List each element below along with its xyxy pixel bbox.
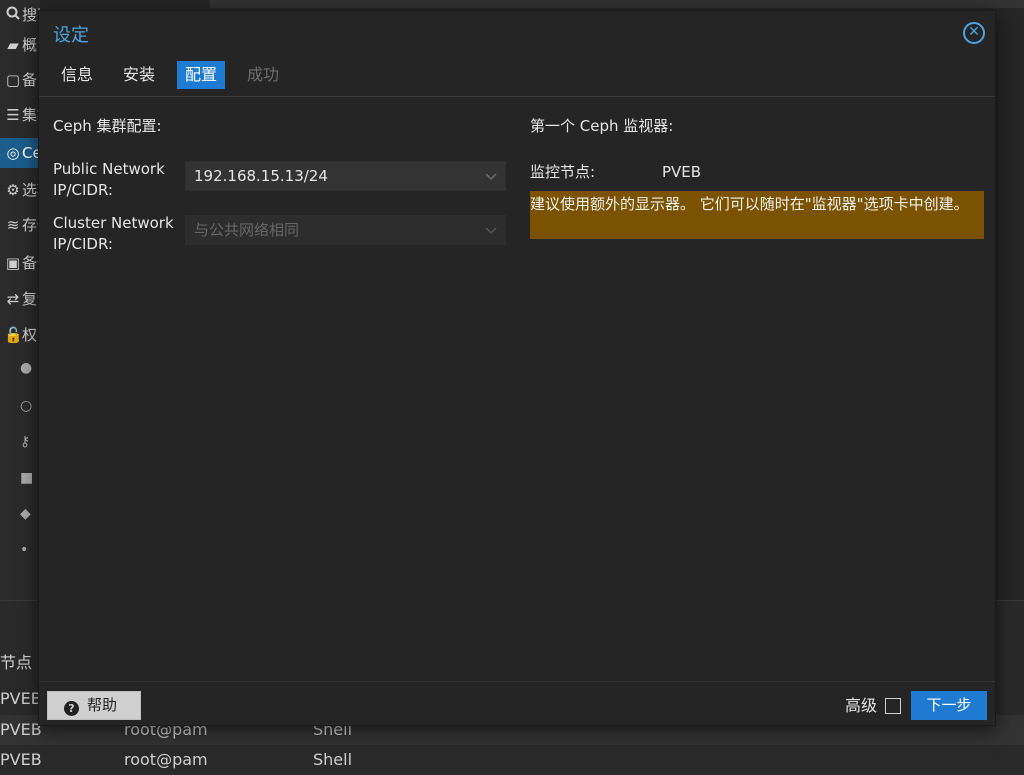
user-icon[interactable]: ● [20, 360, 40, 376]
key-icon[interactable]: ⚷ [20, 434, 40, 450]
sidebar-item-storage[interactable]: ≋存储 [0, 210, 40, 240]
sidebar-item-cluster[interactable]: ☰集群 [0, 100, 40, 130]
cluster-config-title: Ceph 集群配置: [53, 117, 162, 135]
cluster-network-select[interactable]: 与公共网络相同 [185, 215, 506, 245]
tabs-divider [39, 96, 995, 97]
public-network-select[interactable]: 192.168.15.13/24 [185, 161, 506, 191]
tab-success: 成功 [247, 65, 280, 84]
chevron-down-icon[interactable] [485, 216, 497, 244]
cluster-network-row: Cluster Network IP/CIDR: 与公共网络相同 [53, 213, 513, 257]
save-icon: ▣ [5, 254, 21, 272]
advanced-label: 高级 [845, 696, 878, 715]
tab-info[interactable]: 信息 [53, 61, 101, 89]
sidebar-item-search[interactable]: 搜索 [0, 0, 40, 30]
first-monitor-title: 第一个 Ceph 监视器: [530, 117, 674, 135]
help-button[interactable]: ? 帮助 [47, 691, 141, 720]
dialog-title: 设定 [53, 25, 89, 46]
sidebar-item-options[interactable]: ⚙选项 [0, 175, 40, 205]
monitor-warning-message: 建议使用额外的显示器。 它们可以随时在"监视器"选项卡中创建。 [530, 191, 984, 239]
tag-icon[interactable]: ◆ [20, 506, 40, 522]
sidebar-item-replication[interactable]: ⇄复制 [0, 284, 40, 314]
first-monitor-section: 第一个 Ceph 监视器: 监控节点: PVEB 建议使用额外的显示器。 它们可… [530, 115, 984, 239]
close-icon[interactable]: ✕ [963, 22, 985, 44]
book-icon: ▰ [7, 36, 19, 54]
tab-configuration[interactable]: 配置 [177, 61, 226, 89]
next-button[interactable]: 下一步 [911, 691, 987, 720]
sidebar-item-permissions[interactable]: 🔓权限 [0, 320, 40, 350]
question-circle-icon: ? [64, 701, 79, 716]
ceph-setup-dialog: 设定 ✕ 信息 安装 配置 成功 Ceph 集群配置: Public Netwo… [38, 10, 996, 726]
background-sidebar: 搜索 ▰概要 ▢备注 ☰集群 ◎Ceph ⚙选项 ≋存储 ▣备份 ⇄复制 🔓权限… [0, 0, 40, 600]
public-network-row: Public Network IP/CIDR: 192.168.15.13/24 [53, 159, 513, 203]
column-header-node: 节点 [0, 653, 33, 672]
replication-icon: ⇄ [6, 290, 20, 308]
gear-icon: ⚙ [6, 181, 20, 199]
table-row[interactable]: PVEB root@pam Shell [0, 745, 1024, 775]
search-icon [4, 0, 22, 30]
advanced-checkbox[interactable] [885, 698, 901, 714]
note-icon: ▢ [5, 71, 21, 89]
sidebar-item-summary[interactable]: ▰概要 [0, 30, 40, 60]
pool-icon[interactable]: ■ [20, 470, 40, 486]
background-topbar [210, 0, 1024, 8]
monitor-node-label: 监控节点: [530, 163, 596, 181]
sidebar-item-backup[interactable]: ▣备份 [0, 248, 40, 278]
public-network-label: Public Network IP/CIDR: [53, 160, 165, 199]
sidebar-item-notes[interactable]: ▢备注 [0, 65, 40, 95]
cluster-network-label: Cluster Network IP/CIDR: [53, 214, 174, 253]
dialog-header: 设定 ✕ [39, 11, 995, 57]
chevron-down-icon[interactable] [485, 162, 497, 190]
ceph-icon: ◎ [6, 144, 20, 162]
wizard-tabs: 信息 安装 配置 成功 [53, 61, 301, 91]
server-icon: ☰ [6, 106, 20, 124]
monitor-node-row: 监控节点: PVEB [530, 161, 984, 183]
cluster-config-section: Ceph 集群配置: Public Network IP/CIDR: 192.1… [53, 115, 513, 253]
monitor-node-value: PVEB [662, 163, 702, 181]
tab-install[interactable]: 安装 [115, 61, 163, 89]
footer-divider [39, 681, 995, 682]
sidebar-item-ceph[interactable]: ◎Ceph [0, 138, 40, 168]
database-icon: ≋ [6, 216, 20, 234]
group-icon[interactable]: ○ [20, 398, 40, 414]
person-icon[interactable]: • [20, 542, 40, 558]
unlock-icon: 🔓 [4, 326, 23, 344]
